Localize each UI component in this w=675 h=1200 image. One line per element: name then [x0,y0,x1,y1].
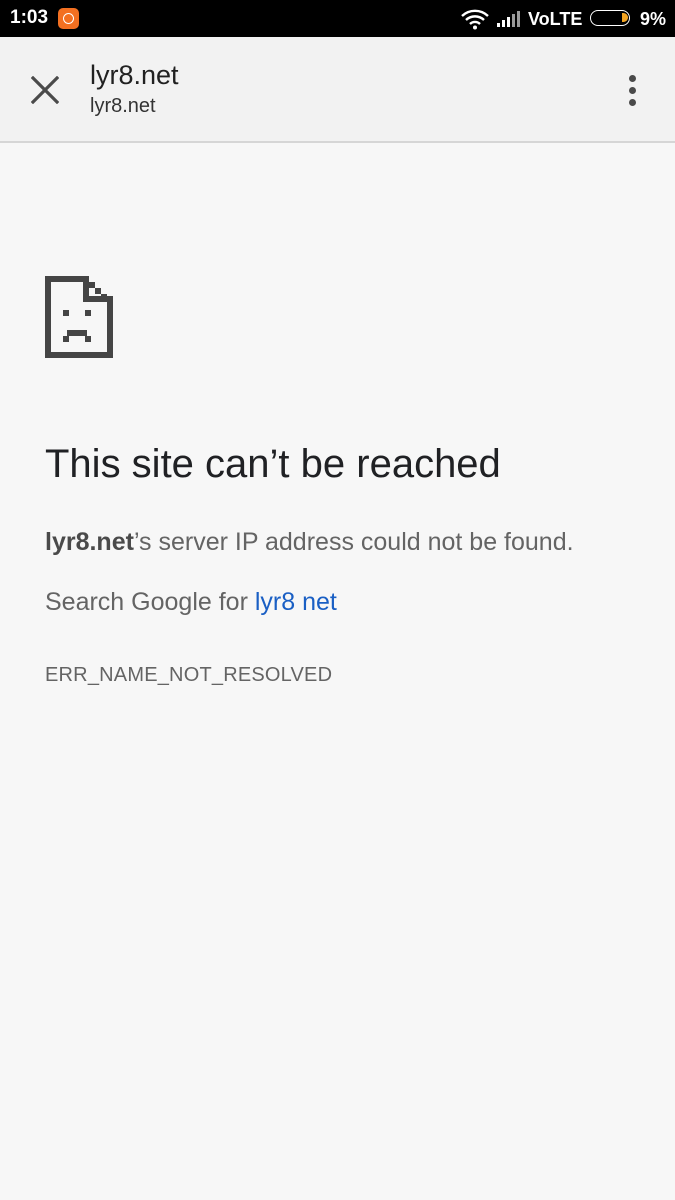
custom-tab-toolbar: lyr8.net lyr8.net [0,37,675,143]
error-detail-text: ’s server IP address could not be found. [133,528,574,556]
battery-level-fill [622,13,628,22]
search-suggestion: Search Google for lyr8 net [45,586,337,618]
more-vert-icon [628,74,636,82]
app-notification-icon [58,8,79,29]
battery-percentage: 9% [640,9,667,29]
overflow-menu-button[interactable] [612,70,652,110]
title-block: lyr8.net lyr8.net [90,59,179,119]
search-google-link[interactable]: lyr8 net [255,588,337,616]
error-detail: lyr8.net’s server IP address could not b… [45,526,574,558]
close-icon [31,76,59,104]
network-type-label: VoLTE [528,9,583,29]
search-prefix: Search Google for [45,588,255,616]
error-code: ERR_NAME_NOT_RESOLVED [45,664,333,686]
status-bar: 1:03 VoLTE 9% [0,0,675,37]
page-title: lyr8.net [90,60,179,90]
status-time: 1:03 [10,7,49,28]
sad-page-icon [45,276,113,358]
battery-icon [590,10,630,26]
error-host: lyr8.net [45,528,134,556]
close-button[interactable] [22,67,68,113]
signal-icon [497,11,520,27]
error-heading: This site can’t be reached [45,442,501,486]
page-url: lyr8.net [90,95,156,117]
wifi-icon [461,9,489,30]
